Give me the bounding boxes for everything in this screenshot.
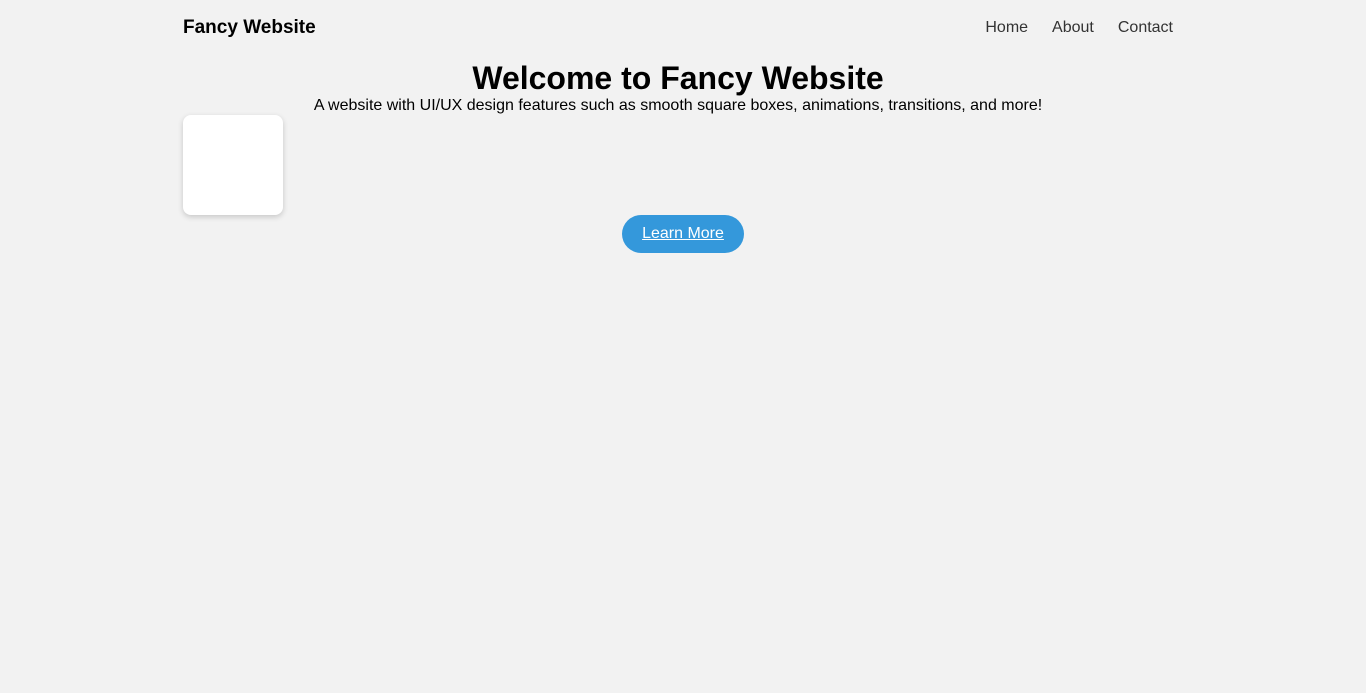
square-box: [183, 115, 283, 215]
site-header: Fancy Website Home About Contact: [183, 0, 1173, 56]
hero-title: Welcome to Fancy Website: [472, 60, 884, 96]
learn-more-button[interactable]: Learn More: [622, 215, 744, 253]
nav-link-home[interactable]: Home: [985, 18, 1028, 38]
hero-subtitle: A website with UI/UX design features suc…: [313, 97, 1043, 114]
nav-link-contact[interactable]: Contact: [1118, 18, 1173, 38]
main-nav: Home About Contact: [985, 18, 1173, 38]
nav-link-about[interactable]: About: [1052, 18, 1094, 38]
site-logo-text[interactable]: Fancy Website: [183, 17, 316, 39]
main-container: Fancy Website Home About Contact Welcome…: [183, 0, 1173, 253]
page: Fancy Website Home About Contact Welcome…: [0, 0, 1366, 693]
